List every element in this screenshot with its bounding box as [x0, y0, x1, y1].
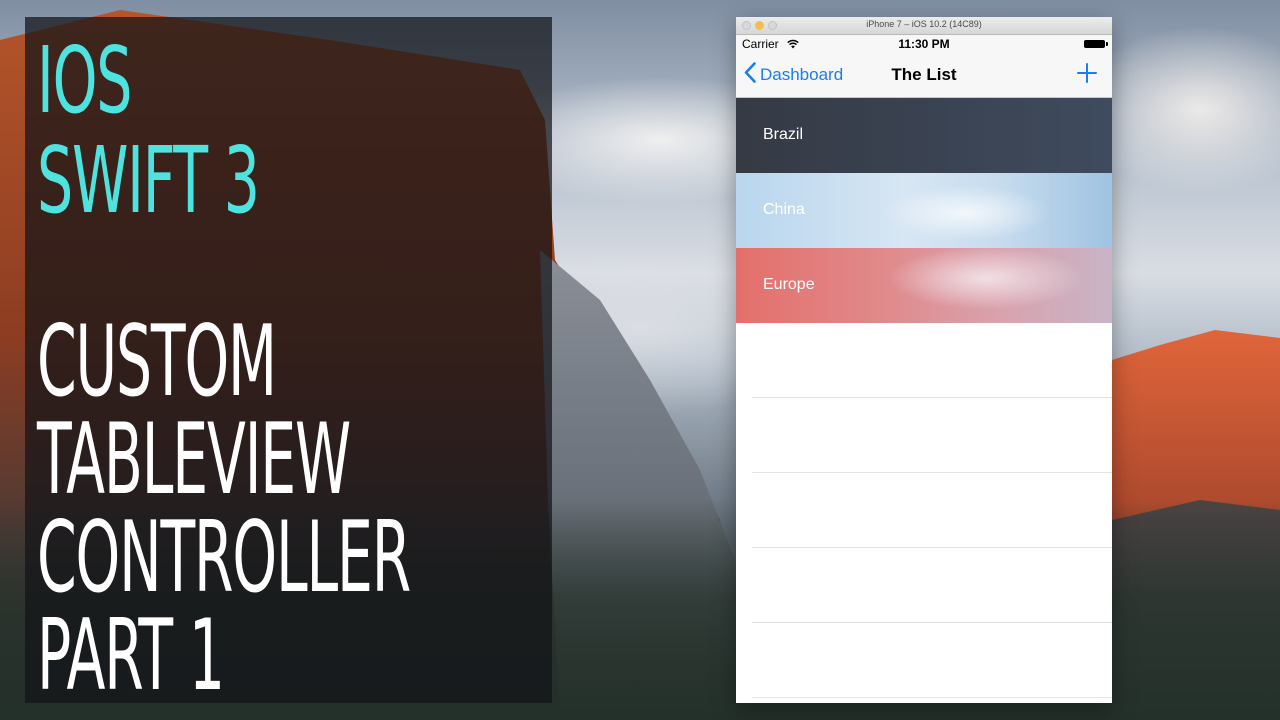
status-bar: Carrier 11:30 PM [736, 35, 1112, 53]
title-line-custom: CUSTOM [37, 305, 277, 419]
table-row[interactable]: Brazil [736, 98, 1112, 173]
add-button[interactable] [1076, 62, 1098, 84]
empty-table-row [736, 473, 1112, 548]
status-time: 11:30 PM [898, 37, 950, 51]
title-line-swift: SWIFT 3 [37, 127, 260, 234]
table-row[interactable]: Europe [736, 248, 1112, 323]
row-label: Brazil [763, 126, 804, 143]
empty-table-row [736, 623, 1112, 698]
row-label: China [763, 201, 805, 218]
table-row[interactable]: China [736, 173, 1112, 248]
nav-title: The List [891, 65, 957, 84]
battery-icon [1084, 40, 1108, 48]
empty-table-row [736, 548, 1112, 623]
plus-icon [1077, 63, 1097, 83]
empty-table-row [736, 323, 1112, 398]
title-line-controller: CONTROLLER [37, 501, 411, 615]
ios-simulator-window: iPhone 7 – iOS 10.2 (14C89) Carrier 11:3… [736, 17, 1112, 703]
simulator-titlebar: iPhone 7 – iOS 10.2 (14C89) [736, 17, 1112, 35]
title-line-tableview: TABLEVIEW [37, 403, 351, 517]
title-line-ios: IOS [37, 27, 132, 134]
empty-table-row [736, 398, 1112, 473]
title-line-part: PART 1 [37, 599, 225, 713]
simulator-window-title: iPhone 7 – iOS 10.2 (14C89) [866, 19, 982, 29]
row-label: Europe [763, 276, 815, 293]
navigation-bar: Dashboard The List [736, 53, 1112, 98]
title-overlay-panel: IOS SWIFT 3 CUSTOM TABLEVIEW CONTROLLER … [25, 17, 552, 713]
table-view[interactable]: Brazil China Europe [736, 98, 1112, 698]
